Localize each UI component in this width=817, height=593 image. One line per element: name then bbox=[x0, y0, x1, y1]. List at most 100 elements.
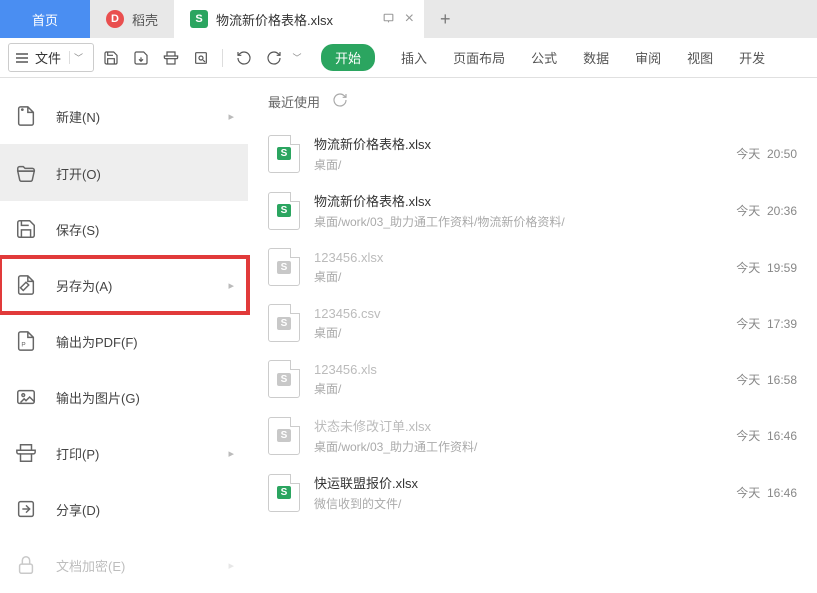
menu-export-pdf-label: 输出为PDF(F) bbox=[56, 332, 234, 351]
recent-item-time: 今天 20:50 bbox=[736, 145, 797, 162]
ribbon-dev[interactable]: 开发 bbox=[739, 48, 765, 67]
ribbon-insert[interactable]: 插入 bbox=[401, 48, 427, 67]
save-as-file-icon bbox=[14, 273, 38, 297]
file-icon: S bbox=[268, 417, 300, 455]
tab-bar: 首页 D 稻壳 S 物流新价格表格.xlsx × + bbox=[0, 0, 817, 38]
recent-item-info: 123456.xls桌面/ bbox=[314, 362, 722, 397]
tab-document-label: 物流新价格表格.xlsx bbox=[216, 10, 333, 29]
ribbon-tabs: 开始 插入 页面布局 公式 数据 审阅 视图 开发 bbox=[321, 44, 765, 71]
file-icon: S bbox=[268, 248, 300, 286]
file-menu-label: 文件 bbox=[35, 48, 61, 67]
main-area: 新建(N) ▸ 打开(O) 保存(S) 另存为(A) ▸ P 输出为PDF(F)… bbox=[0, 78, 817, 569]
menu-save-as[interactable]: 另存为(A) ▸ bbox=[0, 257, 248, 313]
recent-item-info: 123456.xlsx桌面/ bbox=[314, 250, 722, 285]
save-icon[interactable] bbox=[98, 45, 124, 71]
menu-print[interactable]: 打印(P) ▸ bbox=[0, 425, 248, 481]
share-icon bbox=[14, 497, 38, 521]
recent-item-time: 今天 17:39 bbox=[736, 315, 797, 332]
chevron-right-icon: ▸ bbox=[228, 447, 234, 460]
menu-open[interactable]: 打开(O) bbox=[0, 145, 248, 201]
ribbon-formula[interactable]: 公式 bbox=[531, 48, 557, 67]
recent-item[interactable]: S 123456.xlsx桌面/今天 19:59 bbox=[262, 239, 803, 295]
recent-item-info: 123456.csv 桌面/ bbox=[314, 306, 722, 341]
recent-item-name: 物流新价格表格.xlsx bbox=[314, 191, 722, 210]
recent-list: S物流新价格表格.xlsx桌面/今天 20:50S物流新价格表格.xlsx桌面/… bbox=[262, 125, 803, 521]
recent-header-label: 最近使用 bbox=[268, 92, 320, 111]
recent-item-name: 123456.csv bbox=[314, 306, 722, 321]
print-icon[interactable] bbox=[158, 45, 184, 71]
recent-item-path: 桌面/work/03_助力通工作资料/物流新价格资料/ bbox=[314, 213, 722, 230]
hamburger-icon bbox=[15, 52, 29, 64]
tab-home[interactable]: 首页 bbox=[0, 0, 90, 38]
menu-print-label: 打印(P) bbox=[56, 444, 210, 463]
ribbon-page-layout[interactable]: 页面布局 bbox=[453, 48, 505, 67]
tab-new[interactable]: + bbox=[424, 0, 467, 38]
recent-item-time: 今天 16:58 bbox=[736, 371, 797, 388]
recent-item-time: 今天 16:46 bbox=[736, 484, 797, 501]
spreadsheet-icon: S bbox=[190, 10, 208, 28]
recent-item[interactable]: S 状态未修改订单.xlsx桌面/work/03_助力通工作资料/今天 16:46 bbox=[262, 407, 803, 464]
file-icon: S bbox=[268, 192, 300, 230]
menu-new[interactable]: 新建(N) ▸ bbox=[0, 88, 248, 144]
recent-item-path: 桌面/ bbox=[314, 380, 722, 397]
menu-export-pdf[interactable]: P 输出为PDF(F) bbox=[0, 313, 248, 369]
menu-encrypt-label: 文档加密(E) bbox=[56, 556, 210, 575]
file-menu-sidebar: 新建(N) ▸ 打开(O) 保存(S) 另存为(A) ▸ P 输出为PDF(F)… bbox=[0, 78, 248, 569]
recent-item-path: 桌面/ bbox=[314, 324, 722, 341]
menu-save-as-label: 另存为(A) bbox=[56, 276, 210, 295]
plus-icon: + bbox=[440, 9, 451, 30]
chevron-down-icon: ﹀ bbox=[69, 51, 83, 64]
menu-share[interactable]: 分享(D) bbox=[0, 481, 248, 537]
file-icon: S bbox=[268, 360, 300, 398]
redo-dropdown-icon[interactable]: ﹀ bbox=[291, 45, 303, 71]
ribbon-view[interactable]: 视图 bbox=[687, 48, 713, 67]
lock-icon bbox=[14, 553, 38, 577]
refresh-icon[interactable] bbox=[332, 92, 348, 111]
ribbon-review[interactable]: 审阅 bbox=[635, 48, 661, 67]
chevron-right-icon: ▸ bbox=[228, 559, 234, 572]
menu-export-img-label: 输出为图片(G) bbox=[56, 388, 234, 407]
redo-icon[interactable] bbox=[261, 45, 287, 71]
tab-daoke-label: 稻壳 bbox=[132, 10, 158, 29]
recent-item-time: 今天 20:36 bbox=[736, 202, 797, 219]
ribbon-start[interactable]: 开始 bbox=[321, 44, 375, 71]
folder-open-icon bbox=[14, 161, 38, 185]
window-mode-icon[interactable] bbox=[382, 11, 395, 27]
recent-item[interactable]: S 123456.xls桌面/今天 16:58 bbox=[262, 351, 803, 407]
recent-item-time: 今天 19:59 bbox=[736, 259, 797, 276]
recent-item-name: 123456.xlsx bbox=[314, 250, 722, 265]
tab-daoke[interactable]: D 稻壳 bbox=[90, 0, 174, 38]
ribbon-data[interactable]: 数据 bbox=[583, 48, 609, 67]
separator bbox=[222, 49, 223, 67]
svg-text:P: P bbox=[21, 342, 25, 349]
recent-files-panel: 最近使用 S物流新价格表格.xlsx桌面/今天 20:50S物流新价格表格.xl… bbox=[248, 78, 817, 569]
recent-item-info: 状态未修改订单.xlsx桌面/work/03_助力通工作资料/ bbox=[314, 416, 722, 455]
undo-icon[interactable] bbox=[231, 45, 257, 71]
printer-icon bbox=[14, 441, 38, 465]
recent-header: 最近使用 bbox=[262, 92, 803, 111]
menu-new-label: 新建(N) bbox=[56, 107, 210, 126]
new-file-icon bbox=[14, 104, 38, 128]
recent-item[interactable]: S 物流新价格表格.xlsx 桌面/work/03_助力通工作资料/物流新价格资料/… bbox=[262, 182, 803, 239]
save-as-icon[interactable] bbox=[128, 45, 154, 71]
recent-item[interactable]: S123456.csv桌面/今天 17:39 bbox=[262, 295, 803, 351]
recent-item-name: 快运联盟报价.xlsx bbox=[314, 473, 722, 492]
menu-encrypt[interactable]: 文档加密(E) ▸ bbox=[0, 537, 248, 593]
recent-item-path: 桌面/work/03_助力通工作资料/ bbox=[314, 438, 722, 455]
recent-item[interactable]: S快运联盟报价.xlsx微信收到的文件/今天 16:46 bbox=[262, 464, 803, 521]
tab-document[interactable]: S 物流新价格表格.xlsx × bbox=[174, 0, 424, 38]
menu-export-img[interactable]: 输出为图片(G) bbox=[0, 369, 248, 425]
recent-item-info: 物流新价格表格.xlsx桌面/ bbox=[314, 134, 722, 173]
recent-item-time: 今天 16:46 bbox=[736, 427, 797, 444]
pdf-icon: P bbox=[14, 329, 38, 353]
close-tab-icon[interactable]: × bbox=[405, 10, 414, 28]
recent-item-path: 桌面/ bbox=[314, 156, 722, 173]
recent-item[interactable]: S物流新价格表格.xlsx桌面/今天 20:50 bbox=[262, 125, 803, 182]
file-menu-button[interactable]: 文件 ﹀ bbox=[8, 43, 94, 72]
recent-item-path: 微信收到的文件/ bbox=[314, 495, 722, 512]
print-preview-icon[interactable] bbox=[188, 45, 214, 71]
menu-save[interactable]: 保存(S) bbox=[0, 201, 248, 257]
tab-home-label: 首页 bbox=[32, 10, 58, 29]
daoke-icon: D bbox=[106, 10, 124, 28]
recent-item-info: 物流新价格表格.xlsx 桌面/work/03_助力通工作资料/物流新价格资料/ bbox=[314, 191, 722, 230]
